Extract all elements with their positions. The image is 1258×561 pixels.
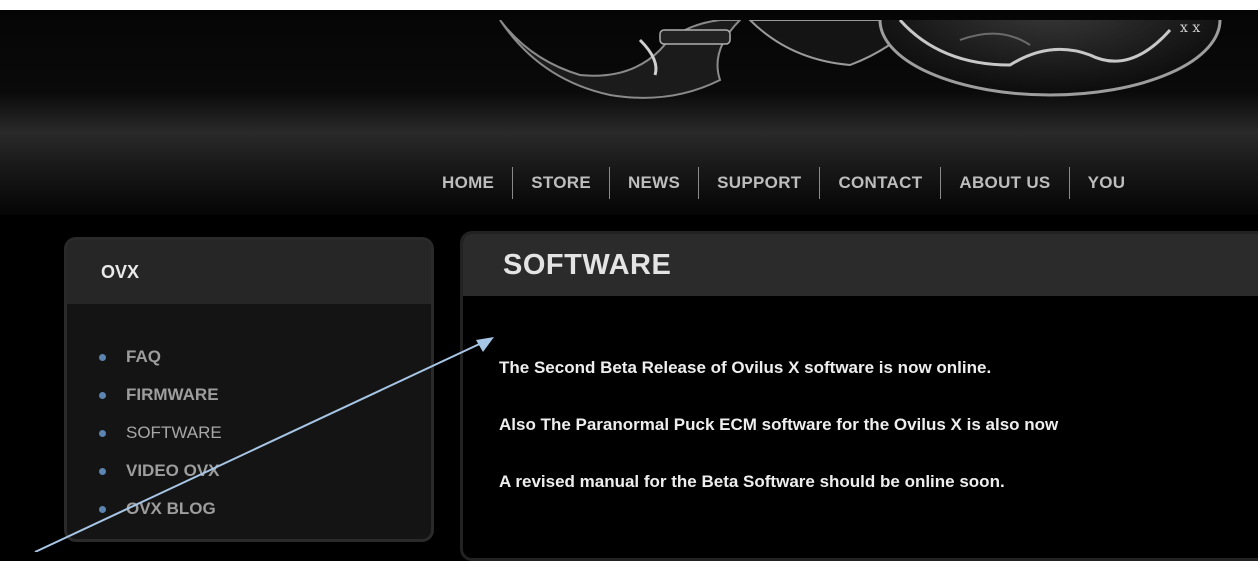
sidebar-item-label: OVX BLOG	[126, 499, 216, 518]
sidebar-item-video-ovx[interactable]: VIDEO OVX	[99, 452, 431, 490]
nav-divider	[1068, 167, 1070, 199]
nav-about-us[interactable]: ABOUT US	[959, 173, 1050, 193]
sidebar-menu: FAQ FIRMWARE SOFTWARE VIDEO OVX OVX BLOG	[67, 304, 431, 528]
nav-news[interactable]: NEWS	[628, 173, 680, 193]
content-paragraph: Also The Paranormal Puck ECM software fo…	[499, 415, 1059, 434]
sidebar-item-software[interactable]: SOFTWARE	[99, 414, 431, 452]
site-header: x x HOME STORE NEWS SUPPORT CONTACT ABOU…	[0, 10, 1258, 215]
nav-divider	[512, 167, 514, 199]
top-strip	[0, 0, 1258, 10]
nav-support[interactable]: SUPPORT	[717, 173, 801, 193]
main-nav: HOME STORE NEWS SUPPORT CONTACT ABOUT US…	[442, 167, 1125, 199]
content-paragraph: The Second Beta Release of Ovilus X soft…	[499, 358, 992, 377]
nav-divider	[819, 167, 821, 199]
bullet-icon	[99, 467, 106, 475]
nav-store[interactable]: STORE	[531, 173, 591, 193]
bullet-icon	[99, 429, 106, 437]
nav-you[interactable]: YOU	[1088, 173, 1126, 193]
sidebar-panel: OVX FAQ FIRMWARE SOFTWARE VIDEO OVX OVX …	[64, 237, 434, 542]
sidebar-item-ovx-blog[interactable]: OVX BLOG	[99, 490, 431, 528]
sidebar-title: OVX	[67, 240, 431, 304]
sidebar-item-faq[interactable]: FAQ	[99, 338, 431, 376]
sidebar-item-label: SOFTWARE	[126, 423, 222, 442]
page-title: SOFTWARE	[463, 234, 1258, 296]
nav-divider	[940, 167, 942, 199]
nav-divider	[608, 167, 610, 199]
bullet-icon	[99, 391, 106, 399]
sidebar-item-label: FAQ	[126, 347, 161, 366]
content-panel: SOFTWARE The Second Beta Release of Ovil…	[460, 231, 1258, 561]
nav-home[interactable]: HOME	[442, 173, 494, 193]
nav-divider	[698, 167, 700, 199]
site-logo: x x	[499, 20, 1222, 99]
content-body: The Second Beta Release of Ovilus X soft…	[463, 296, 1258, 529]
sidebar-item-label: VIDEO OVX	[126, 461, 220, 480]
bullet-icon	[99, 353, 106, 361]
sidebar-item-firmware[interactable]: FIRMWARE	[99, 376, 431, 414]
bullet-icon	[99, 505, 106, 513]
nav-contact[interactable]: CONTACT	[838, 173, 922, 193]
sidebar-item-label: FIRMWARE	[126, 385, 219, 404]
svg-text:x x: x x	[1180, 20, 1200, 36]
content-paragraph: A revised manual for the Beta Software s…	[499, 472, 1005, 491]
